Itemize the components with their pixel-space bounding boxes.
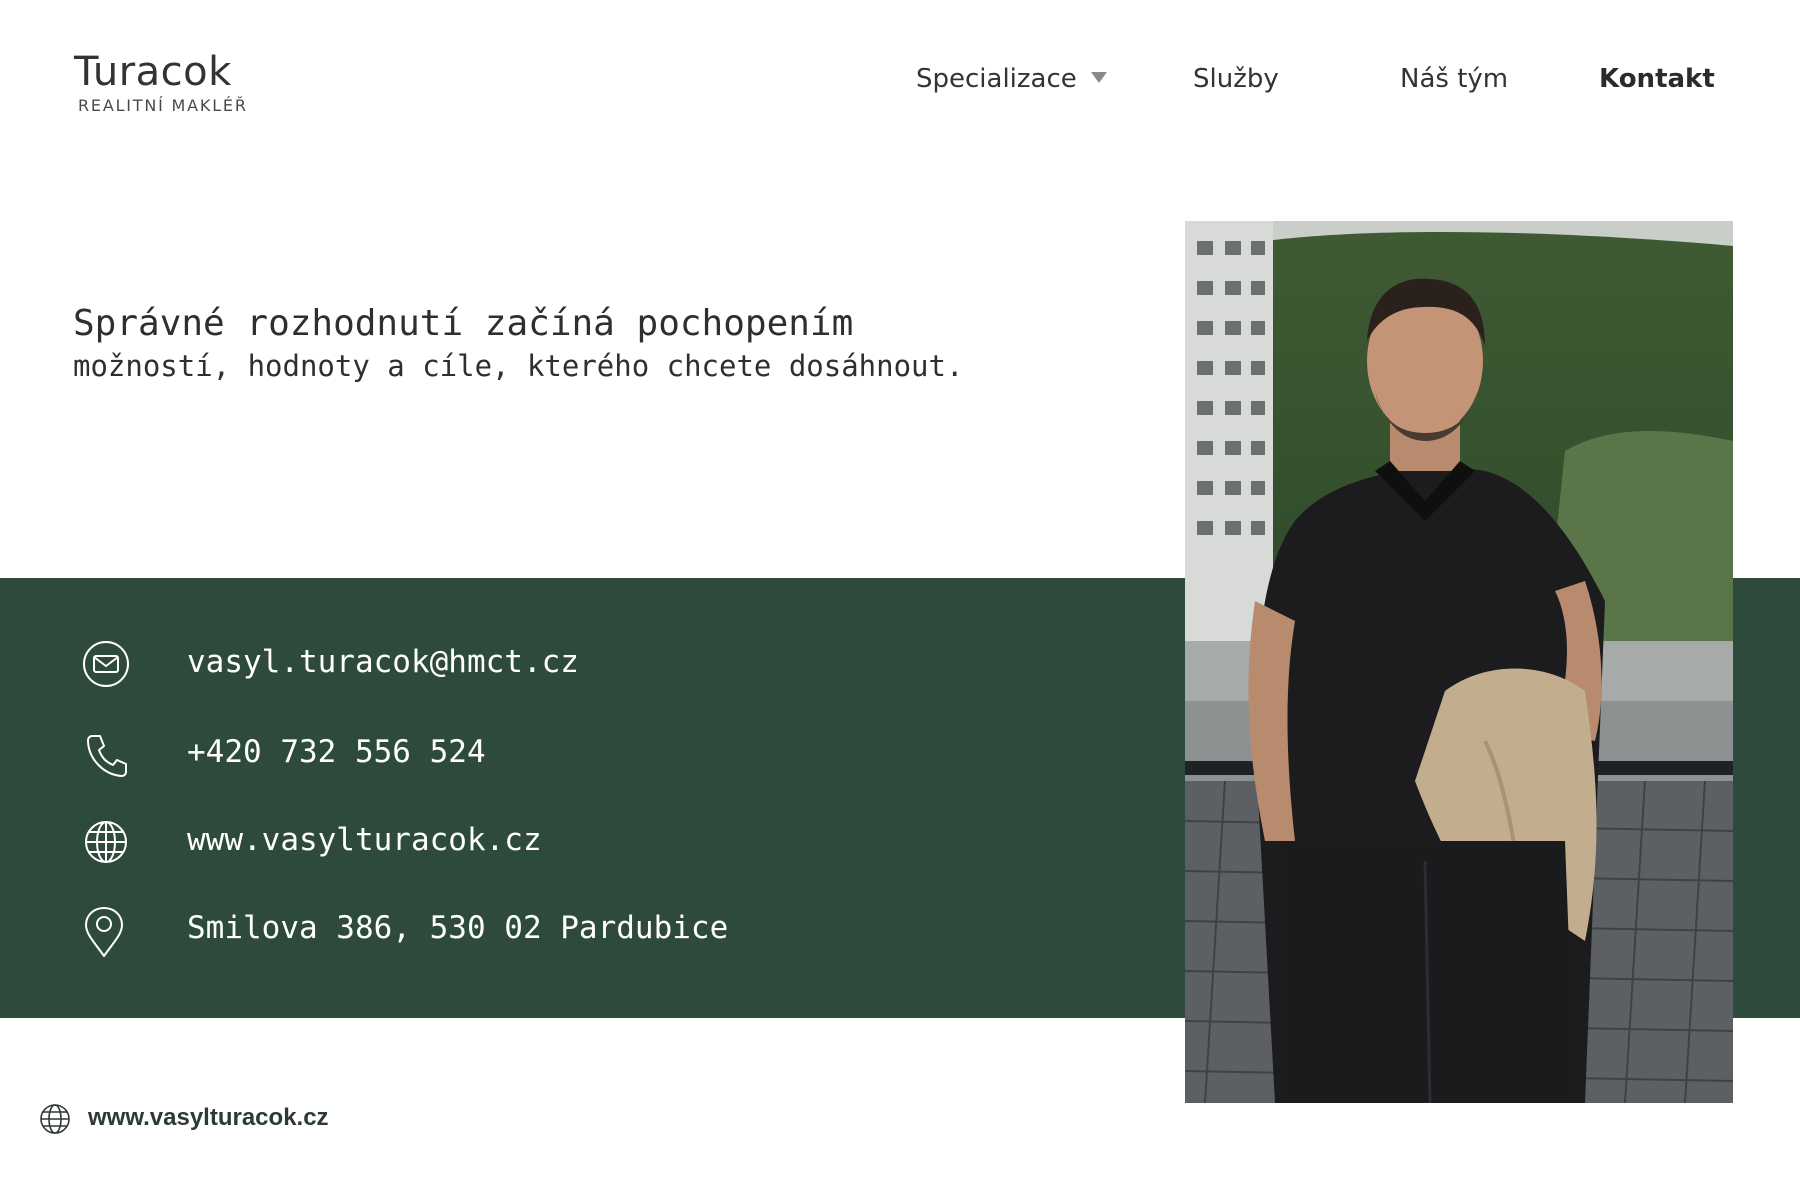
nav-item-label: Specializace [916, 64, 1077, 94]
contact-address-row[interactable]: Smilova 386, 530 02 Pardubice [0, 904, 1180, 964]
nav-item-specializace[interactable]: Specializace [916, 64, 1107, 94]
contact-email[interactable]: vasyl.turacok@hmct.cz [187, 644, 579, 680]
contact-address: Smilova 386, 530 02 Pardubice [187, 910, 729, 946]
contact-phone-row[interactable]: +420 732 556 524 [0, 728, 1180, 788]
globe-icon [40, 1104, 70, 1134]
envelope-icon [83, 641, 129, 687]
contact-email-row[interactable]: vasyl.turacok@hmct.cz [0, 638, 1180, 698]
headline: Správné rozhodnutí začíná pochopením mož… [73, 302, 963, 386]
contact-phone[interactable]: +420 732 556 524 [187, 734, 486, 770]
nav-item-kontakt[interactable]: Kontakt [1599, 64, 1715, 94]
phone-icon [87, 735, 127, 777]
nav-item-sluzby[interactable]: Služby [1193, 64, 1279, 94]
nav-item-nas-tym[interactable]: Náš tým [1400, 64, 1508, 94]
contact-website[interactable]: www.vasylturacok.cz [187, 822, 542, 858]
footer-website-link[interactable]: www.vasylturacok.cz [88, 1104, 329, 1132]
globe-icon [85, 821, 127, 863]
agent-portrait-photo [1185, 221, 1733, 1103]
contact-website-row[interactable]: www.vasylturacok.cz [0, 816, 1180, 876]
headline-line-2: možností, hodnoty a cíle, kterého chcete… [73, 349, 964, 383]
main-navigation: Specializace Služby Náš tým Kontakt [0, 64, 1800, 104]
headline-line-1: Správné rozhodnutí začíná pochopením [73, 303, 854, 344]
chevron-down-icon [1090, 72, 1107, 83]
map-pin-icon [85, 907, 123, 957]
portrait-image [1185, 221, 1733, 1103]
